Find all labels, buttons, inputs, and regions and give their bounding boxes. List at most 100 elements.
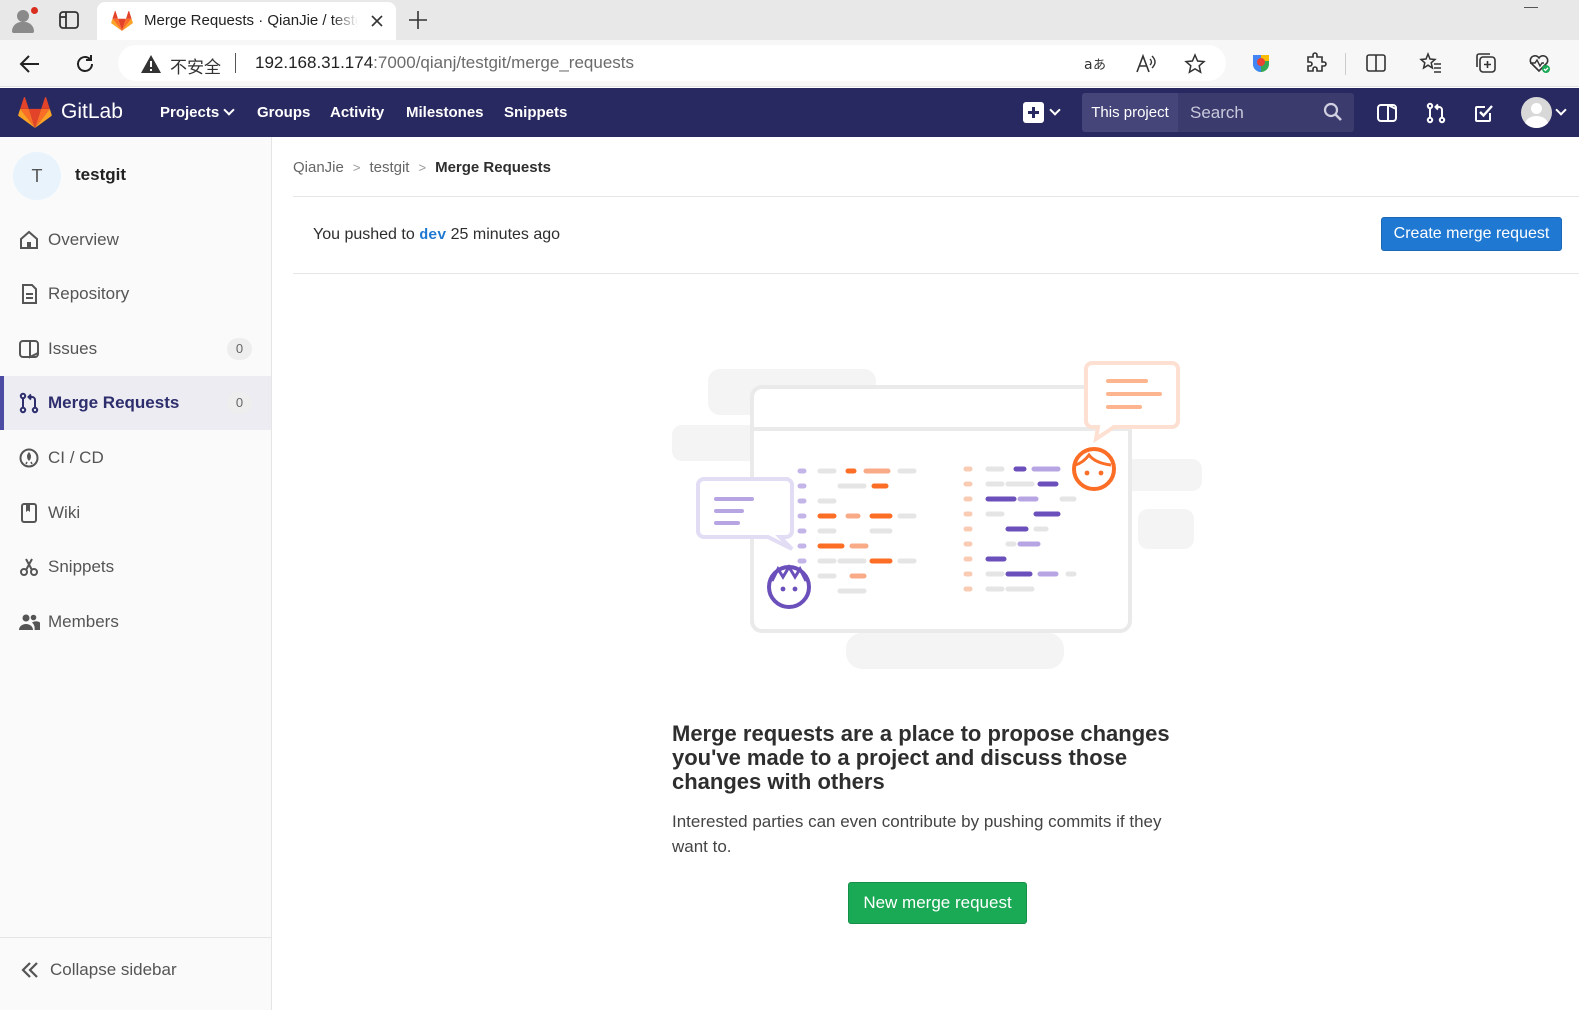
performance-heart-icon[interactable]	[1527, 51, 1551, 75]
collapse-sidebar-label: Collapse sidebar	[50, 960, 177, 979]
insecure-label[interactable]: 不安全	[170, 53, 221, 78]
push-notice: You pushed to dev 25 minutes ago	[313, 226, 560, 244]
push-notice-time: 25 minutes ago	[450, 226, 561, 243]
breadcrumb: QianJie > testgit > Merge Requests	[293, 159, 551, 176]
nav-groups[interactable]: Groups	[257, 104, 310, 121]
issues-icon[interactable]	[1375, 101, 1399, 125]
search-scope-label[interactable]: This project	[1082, 93, 1178, 132]
url-text[interactable]: 192.168.31.174:7000/qianj/testgit/merge_…	[255, 53, 634, 73]
rocket-icon	[18, 447, 40, 469]
back-arrow-icon[interactable]	[18, 52, 42, 76]
collapse-sidebar-button[interactable]: Collapse sidebar	[0, 937, 271, 1010]
nav-projects[interactable]: Projects	[160, 104, 235, 121]
breadcrumb-chevron-icon: >	[418, 160, 427, 175]
sidebar-item-members[interactable]: Members	[0, 595, 271, 649]
breadcrumb-testgit[interactable]: testgit	[369, 159, 409, 176]
sidebar-item-snippets[interactable]: Snippets	[0, 540, 271, 594]
browser-tab-bar: Merge Requests · QianJie / testgit · Git…	[0, 0, 1579, 40]
sidebar-item-issues[interactable]: Issues 0	[0, 322, 271, 376]
sidebar-item-merge-requests[interactable]: Merge Requests 0	[0, 376, 271, 430]
todos-check-icon[interactable]	[1472, 101, 1496, 125]
warning-icon[interactable]	[140, 54, 162, 74]
double-chevron-left-icon	[20, 960, 40, 980]
main-content: QianJie > testgit > Merge Requests You pushe…	[272, 137, 1579, 1010]
svg-text:a: a	[1084, 57, 1093, 73]
breadcrumb-qianjie[interactable]: QianJie	[293, 159, 344, 176]
empty-state-title: Merge requests are a place to propose ch…	[672, 721, 1170, 794]
search-icon[interactable]	[1323, 102, 1343, 122]
browser-toolbar: 不安全 192.168.31.174:7000/qianj/testgit/me…	[0, 40, 1579, 87]
sidebar-item-label: Members	[48, 612, 119, 631]
gitlab-logo-icon[interactable]	[18, 97, 52, 128]
url-host: 192.168.31.174	[255, 53, 374, 72]
extensions-puzzle-icon[interactable]	[1304, 51, 1328, 75]
scissors-icon	[18, 556, 40, 578]
sidebar-item-label: Merge Requests	[48, 393, 180, 412]
issues-icon	[18, 338, 40, 360]
read-aloud-icon[interactable]	[1135, 53, 1157, 75]
merge-request-icon[interactable]	[1424, 101, 1448, 125]
repository-icon	[18, 283, 40, 305]
address-bar[interactable]: 不安全 192.168.31.174:7000/qianj/testgit/me…	[118, 45, 1226, 81]
count-badge: 0	[227, 338, 252, 360]
nav-activity[interactable]: Activity	[330, 104, 384, 121]
browser-tab[interactable]: Merge Requests · QianJie / testgit · Git…	[97, 2, 396, 40]
sidebar-item-label: Issues	[48, 339, 98, 358]
sidebar-item-label: Wiki	[48, 503, 81, 522]
home-icon	[18, 229, 40, 251]
close-tab-icon[interactable]	[367, 11, 387, 31]
push-notice-prefix: You pushed to	[313, 226, 415, 243]
sidebar-item-wiki[interactable]: Wiki	[0, 486, 271, 540]
search-box[interactable]	[1178, 93, 1354, 132]
nav-projects-label: Projects	[160, 104, 220, 121]
extension-colorful-icon[interactable]	[1249, 51, 1273, 75]
gitlab-brand[interactable]: GitLab	[61, 100, 123, 124]
split-screen-icon[interactable]	[1364, 51, 1388, 75]
breadcrumb-current[interactable]: Merge Requests	[435, 159, 551, 176]
search-input[interactable]	[1190, 102, 1320, 124]
plus-square-icon	[1023, 102, 1044, 123]
gitlab-header: GitLab Projects Groups Activity Mileston…	[0, 88, 1579, 137]
divider	[293, 196, 1579, 197]
project-name: testgit	[75, 165, 126, 184]
nav-snippets[interactable]: Snippets	[504, 104, 567, 121]
favorite-star-icon[interactable]	[1184, 53, 1206, 75]
url-separator	[235, 53, 236, 73]
reload-icon[interactable]	[73, 52, 97, 76]
branch-name[interactable]: dev	[419, 227, 446, 244]
merge-request-icon	[18, 392, 40, 414]
project-avatar: T	[13, 152, 61, 200]
profile-icon[interactable]	[8, 5, 38, 35]
new-merge-request-button[interactable]: New merge request	[848, 882, 1027, 924]
divider	[293, 273, 1579, 274]
toolbar-separator	[1345, 53, 1346, 75]
new-tab-icon[interactable]	[406, 8, 430, 32]
book-icon	[18, 502, 40, 524]
svg-text:あ: あ	[1093, 58, 1106, 73]
tab-title: Merge Requests · QianJie / testgit · Git…	[144, 12, 358, 29]
sidebar-item-overview[interactable]: Overview	[0, 213, 271, 267]
sidebar-item-label: Overview	[48, 230, 119, 249]
gitlab-favicon-icon	[111, 11, 133, 31]
minimize-window-icon[interactable]	[1524, 7, 1538, 8]
favorites-icon[interactable]	[1419, 51, 1443, 75]
create-merge-request-button[interactable]: Create merge request	[1381, 217, 1562, 251]
chevron-down-icon	[223, 104, 235, 116]
chevron-down-icon[interactable]	[1555, 104, 1567, 116]
tab-actions-icon[interactable]	[57, 9, 81, 31]
translate-icon[interactable]: aあ	[1084, 53, 1106, 75]
sidebar-item-repository[interactable]: Repository	[0, 267, 271, 321]
sidebar-item-label: Snippets	[48, 557, 115, 576]
chevron-down-icon	[1049, 104, 1061, 116]
breadcrumb-chevron-icon: >	[352, 160, 361, 175]
collections-icon[interactable]	[1474, 51, 1498, 75]
user-avatar[interactable]	[1521, 97, 1552, 128]
nav-milestones[interactable]: Milestones	[406, 104, 484, 121]
url-path: :7000/qianj/testgit/merge_requests	[373, 53, 634, 72]
sidebar-item-label: CI / CD	[48, 448, 104, 467]
sidebar-item-ci-cd[interactable]: CI / CD	[0, 431, 271, 485]
count-badge: 0	[227, 392, 252, 414]
new-dropdown-button[interactable]	[1023, 102, 1065, 124]
project-sidebar: T testgit Overview Repository Issues 0 M…	[0, 137, 272, 1010]
merge-requests-illustration	[668, 353, 1208, 673]
